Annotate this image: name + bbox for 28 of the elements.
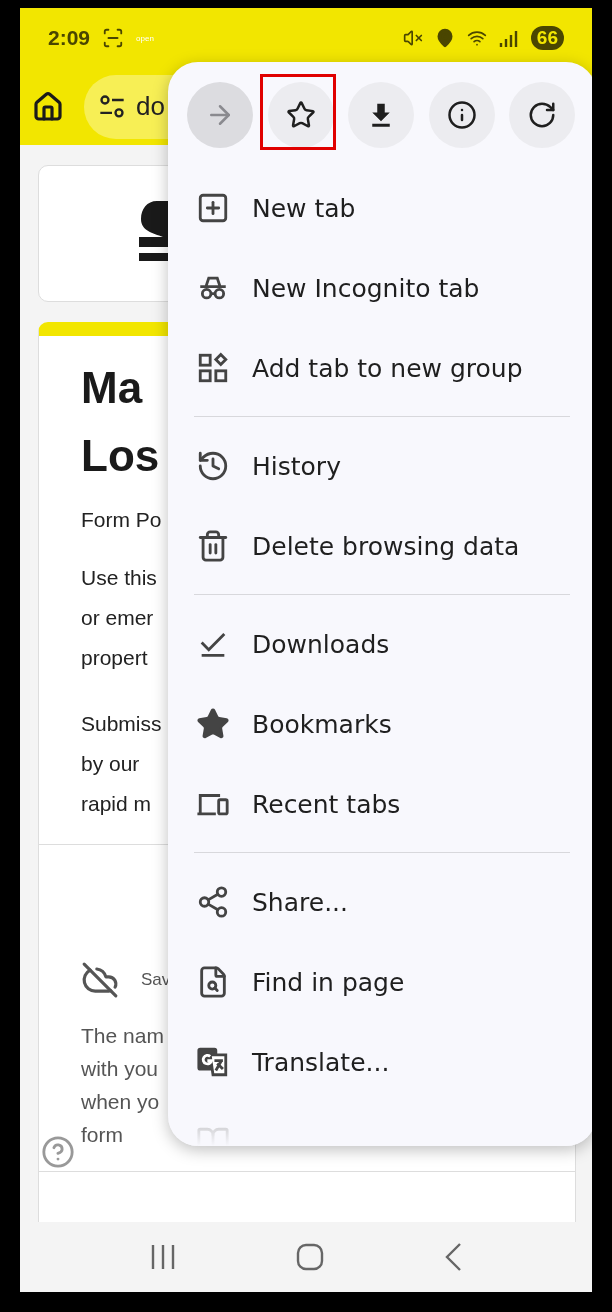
url-text: do — [136, 91, 165, 122]
menu-item[interactable]: Translate... — [168, 1022, 592, 1102]
note-text: when yo — [81, 1089, 160, 1115]
intro-text: Use this — [81, 565, 157, 591]
form-title: Los — [81, 430, 160, 482]
note-text: with you — [81, 1056, 159, 1082]
intro-text: or emer — [81, 605, 154, 631]
menu-item[interactable]: Share... — [168, 862, 592, 942]
battery-indicator: 66 — [530, 26, 564, 50]
menu-item[interactable]: Recent tabs — [168, 764, 592, 844]
menu-item[interactable]: Bookmarks — [168, 684, 592, 764]
notification-label: open — [136, 33, 154, 43]
menu-item[interactable]: Find in page — [168, 942, 592, 1022]
form-title: Ma — [81, 362, 143, 414]
menu-item[interactable]: New tab — [168, 168, 592, 248]
menu-item[interactable]: History — [168, 426, 592, 506]
form-subtitle: Form Po — [81, 508, 162, 532]
menu-item[interactable]: Add tab to new group — [168, 328, 592, 408]
intro-text: rapid m — [81, 791, 152, 817]
menu-item[interactable]: Delete browsing data — [168, 506, 592, 586]
intro-text: Submiss — [81, 711, 162, 737]
note-text: The nam — [81, 1023, 164, 1049]
note-text: form — [81, 1122, 123, 1148]
intro-text: by our — [81, 751, 140, 777]
status-time: 2:09 — [48, 26, 91, 50]
menu-item[interactable]: New Incognito tab — [168, 248, 592, 328]
intro-text: propert — [81, 645, 148, 671]
menu-item[interactable]: Downloads — [168, 604, 592, 684]
